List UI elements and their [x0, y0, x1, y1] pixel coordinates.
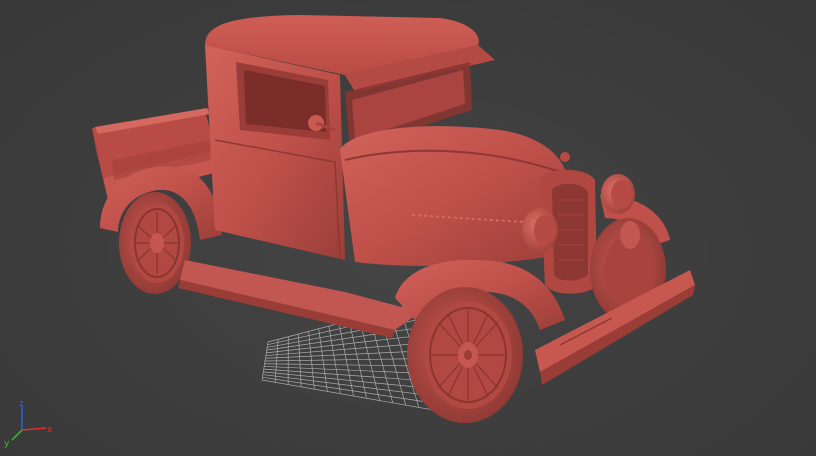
z-axis-label: z [19, 399, 24, 409]
x-axis-line [21, 427, 47, 431]
front-near-wheel [407, 287, 523, 423]
y-axis-label: y [4, 439, 10, 449]
y-axis-line [11, 429, 23, 441]
running-board [178, 260, 420, 338]
viewport-scene[interactable] [0, 0, 816, 456]
axis-gizmo: x y z [4, 399, 53, 449]
rear-wheel [119, 192, 191, 294]
3d-viewport[interactable]: x y z [0, 0, 816, 456]
x-axis-label: x [47, 425, 53, 435]
